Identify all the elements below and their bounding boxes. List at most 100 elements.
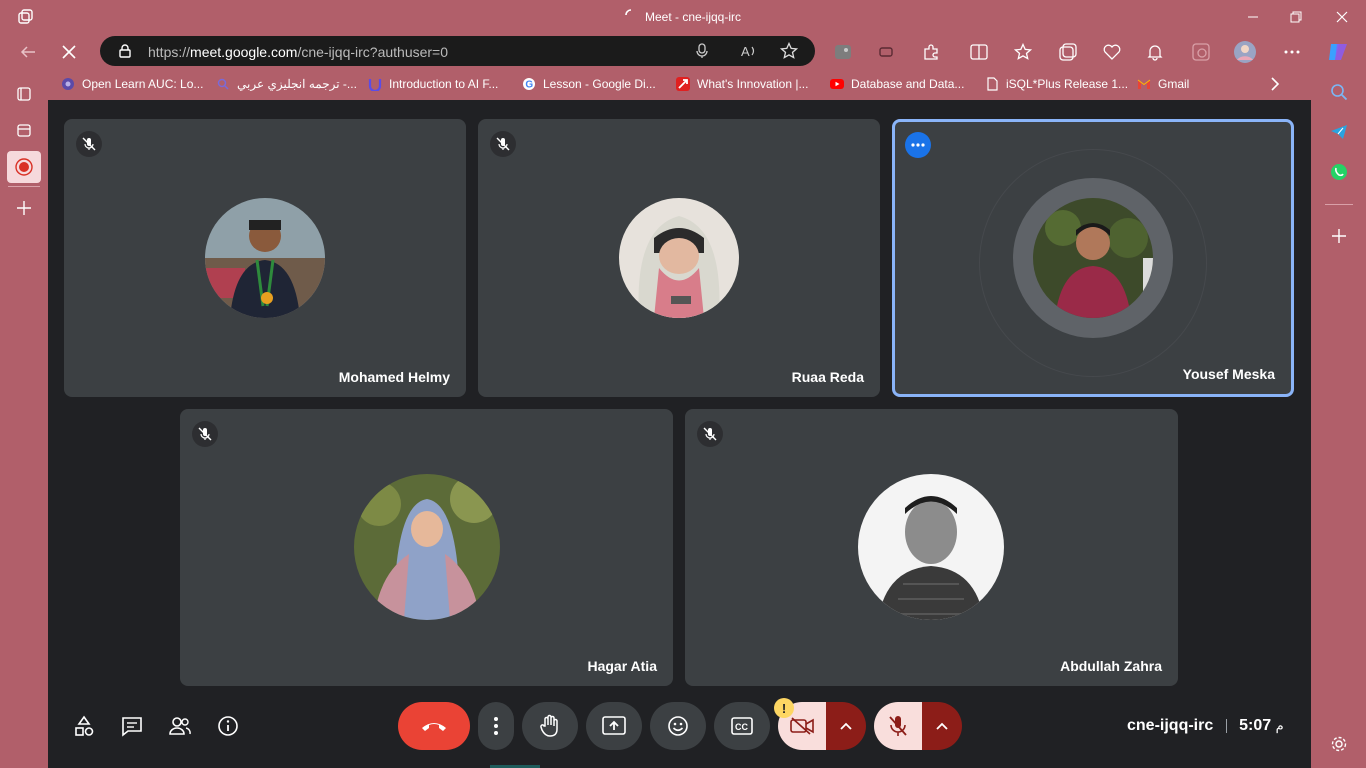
more-vertical-icon bbox=[494, 717, 498, 735]
participant-tile[interactable]: Hagar Atia bbox=[180, 409, 673, 686]
captions-button[interactable]: CC bbox=[714, 702, 770, 750]
tab-actions-icon bbox=[17, 87, 31, 101]
participant-options-button[interactable] bbox=[905, 132, 931, 158]
edge-extension-button[interactable] bbox=[1189, 40, 1213, 64]
mic-off-icon bbox=[198, 427, 212, 441]
tab-inactive[interactable] bbox=[10, 116, 38, 144]
chat-icon bbox=[122, 717, 142, 737]
participant-name: Mohamed Helmy bbox=[338, 369, 450, 385]
mic-toggle-button[interactable] bbox=[874, 702, 922, 750]
favorite-item[interactable]: ترجمه انجليزي عربي -... bbox=[216, 75, 357, 93]
notifications-button[interactable] bbox=[1143, 40, 1167, 64]
favorite-label: Gmail bbox=[1158, 77, 1190, 91]
gmail-icon bbox=[1137, 79, 1151, 89]
stop-loading-button[interactable] bbox=[57, 40, 81, 64]
tab-actions-button[interactable] bbox=[10, 80, 38, 108]
url-host: meet.google.com bbox=[190, 44, 298, 60]
back-button[interactable] bbox=[16, 40, 40, 64]
title-bar: Meet - cne-ijqq-irc bbox=[0, 0, 1366, 34]
favorite-label: iSQL*Plus Release 1... bbox=[1006, 77, 1129, 91]
chevron-up-icon bbox=[936, 722, 948, 730]
sidebar-search-button[interactable] bbox=[1325, 78, 1353, 106]
youtube-icon bbox=[830, 79, 844, 89]
extension-1-button[interactable] bbox=[831, 40, 855, 64]
time-period: م bbox=[1275, 718, 1284, 733]
raise-hand-button[interactable] bbox=[522, 702, 578, 750]
settings-menu-button[interactable] bbox=[1280, 40, 1304, 64]
gear-icon bbox=[1331, 736, 1347, 752]
muted-mic-indicator bbox=[76, 131, 102, 157]
meeting-code: cne-ijqq-irc bbox=[1127, 717, 1214, 734]
restore-button[interactable] bbox=[1273, 4, 1319, 30]
chevron-up-icon bbox=[840, 722, 852, 730]
favorite-label: Lesson - Google Di... bbox=[543, 77, 656, 91]
participant-tile-active[interactable]: Yousef Meska bbox=[892, 119, 1294, 397]
participant-name: Ruaa Reda bbox=[791, 369, 864, 385]
meeting-details-button[interactable] bbox=[214, 702, 242, 750]
minimize-button[interactable] bbox=[1230, 4, 1276, 30]
extensions-button[interactable] bbox=[919, 40, 943, 64]
bell-icon bbox=[1147, 45, 1163, 61]
svg-text:A: A bbox=[741, 44, 750, 59]
participant-tile[interactable]: Abdullah Zahra bbox=[685, 409, 1178, 686]
leave-call-button[interactable] bbox=[398, 702, 470, 750]
favorite-item[interactable]: G Lesson - Google Di... bbox=[522, 75, 656, 93]
copilot-button[interactable] bbox=[1326, 40, 1350, 64]
more-options-button[interactable] bbox=[478, 702, 514, 750]
favorites-overflow-button[interactable] bbox=[1270, 75, 1280, 93]
people-button[interactable] bbox=[165, 702, 195, 750]
address-bar[interactable]: https://meet.google.com/cne-ijqq-irc?aut… bbox=[100, 36, 815, 66]
svg-text:CC: CC bbox=[735, 722, 748, 732]
new-tab-button[interactable] bbox=[10, 194, 38, 222]
url-text[interactable]: https://meet.google.com/cne-ijqq-irc?aut… bbox=[148, 44, 448, 60]
shapes-icon bbox=[75, 715, 94, 736]
favorite-label: Introduction to AI F... bbox=[389, 77, 499, 91]
loading-icon bbox=[625, 9, 637, 24]
favorite-item[interactable]: Gmail bbox=[1137, 75, 1189, 93]
browser-essentials-button[interactable] bbox=[1100, 40, 1124, 64]
chat-button[interactable] bbox=[118, 702, 146, 750]
whatsapp-button[interactable] bbox=[1325, 158, 1353, 186]
mic-off-icon bbox=[496, 137, 510, 151]
sidebar-add-button[interactable] bbox=[1325, 222, 1353, 250]
favorite-label: Open Learn AUC: Lo... bbox=[82, 77, 204, 91]
favorite-item[interactable]: What's Innovation |... bbox=[676, 75, 808, 93]
mic-off-icon bbox=[703, 427, 717, 441]
present-screen-button[interactable] bbox=[586, 702, 642, 750]
telegram-button[interactable] bbox=[1325, 118, 1353, 146]
vertical-tabs-bar bbox=[0, 68, 48, 768]
plus-icon bbox=[17, 201, 31, 215]
microphone-icon[interactable] bbox=[695, 43, 709, 59]
favorite-item[interactable]: Introduction to AI F... bbox=[368, 75, 498, 93]
favorite-item[interactable]: Database and Data... bbox=[830, 75, 964, 93]
tab-active-meet[interactable] bbox=[7, 151, 41, 183]
heart-pulse-icon bbox=[1103, 44, 1121, 60]
collections-button[interactable] bbox=[1056, 40, 1080, 64]
search-icon bbox=[217, 78, 229, 90]
split-screen-button[interactable] bbox=[967, 40, 991, 64]
open-learn-icon bbox=[62, 78, 74, 90]
navigation-bar: https://meet.google.com/cne-ijqq-irc?aut… bbox=[0, 34, 1366, 68]
sidebar-settings-button[interactable] bbox=[1325, 730, 1353, 758]
url-path: /cne-ijqq-irc?authuser=0 bbox=[297, 44, 449, 60]
extension-2-button[interactable] bbox=[874, 40, 898, 64]
favorite-item[interactable]: Open Learn AUC: Lo... bbox=[61, 75, 203, 93]
copilot-icon bbox=[1329, 44, 1347, 60]
camera-warning-badge[interactable]: ! bbox=[774, 698, 794, 718]
participant-name: Hagar Atia bbox=[587, 658, 657, 674]
calendar-tab-icon bbox=[17, 124, 31, 137]
close-window-button[interactable] bbox=[1319, 4, 1365, 30]
more-horizontal-icon bbox=[911, 143, 925, 147]
lock-icon[interactable] bbox=[118, 44, 132, 58]
meet-stage: Mohamed Helmy Ruaa Reda Yousef Meska Hag… bbox=[48, 100, 1311, 768]
participant-tile[interactable]: Mohamed Helmy bbox=[64, 119, 466, 397]
reactions-button[interactable] bbox=[650, 702, 706, 750]
favorite-star-icon[interactable] bbox=[780, 42, 798, 60]
profile-button[interactable] bbox=[1233, 40, 1257, 64]
participant-tile[interactable]: Ruaa Reda bbox=[478, 119, 880, 397]
read-aloud-icon[interactable]: A bbox=[741, 43, 759, 59]
favorites-button[interactable] bbox=[1011, 40, 1035, 64]
activities-button[interactable] bbox=[70, 702, 98, 750]
favorite-item[interactable]: iSQL*Plus Release 1... bbox=[985, 75, 1128, 93]
innovation-icon bbox=[676, 77, 690, 91]
